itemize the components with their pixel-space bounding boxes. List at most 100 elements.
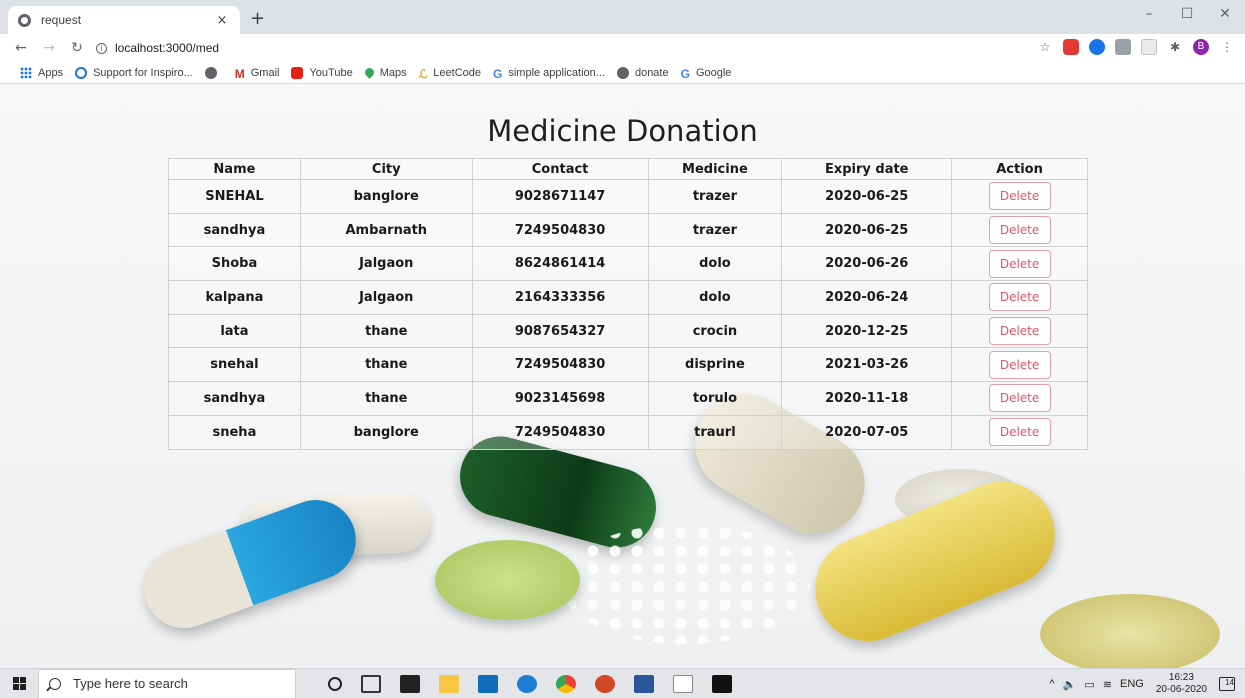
cell-action: Delete [951,414,1088,450]
system-tray: ^ 🔈 ▭ ≋ ENG 16:23 20-06-2020 14 [1050,669,1235,698]
donations-table: Name City Contact Medicine Expiry date A… [168,158,1088,450]
column-header: City [299,158,473,180]
cell-expiry: 2020-11-18 [781,381,953,416]
bookmark-gmail[interactable]: M Gmail [235,66,280,81]
table-header-row: Name City Contact Medicine Expiry date A… [168,158,1088,180]
delete-button[interactable]: Delete [988,350,1051,379]
table-row: sandhya Ambarnath 7249504830 trazer 2020-06-… [168,212,1088,248]
extensions-area: ☆ ✱ B ⋮ [1027,39,1235,55]
cell-name: SNEHAL [168,179,301,214]
start-button[interactable] [0,669,38,698]
delete-button[interactable]: Delete [988,182,1051,211]
bookmark-label: simple application... [508,66,605,79]
cell-name: snehal [168,347,301,383]
task-view-icon[interactable] [361,674,381,693]
address-bar[interactable]: i localhost:3000/med [96,37,996,59]
delete-button[interactable]: Delete [988,249,1051,278]
bookmark-donate[interactable]: donate [616,66,669,79]
edge-icon[interactable] [517,674,537,693]
youtube-icon [291,66,304,79]
maps-icon [362,66,376,79]
cell-city: Ambarnath [299,212,473,248]
language-indicator[interactable]: ENG [1120,678,1144,690]
cell-name: lata [168,313,301,349]
puzzle-icon[interactable]: ✱ [1167,39,1183,55]
forward-arrow-icon[interactable]: → [42,40,56,56]
notepad-icon[interactable] [673,674,693,693]
cell-expiry: 2020-06-26 [781,246,953,282]
tab-close-icon[interactable]: × [214,13,230,28]
cell-action: Delete [951,280,1088,315]
bookmark-label: Gmail [250,66,280,79]
table-row: Shoba Jalgaon 8624861414 dolo 2020-06-26 Dele… [168,246,1088,282]
circle-extension-icon[interactable] [1089,39,1105,55]
bookmark-leetcode[interactable]: ℒ LeetCode [418,66,481,81]
bookmark-youtube[interactable]: YouTube [291,66,353,79]
delete-button[interactable]: Delete [988,216,1051,245]
profile-avatar[interactable]: B [1193,39,1209,55]
store-icon[interactable] [400,674,420,693]
file-explorer-icon[interactable] [439,674,459,693]
globe-icon [204,66,217,79]
window-controls: – ☐ ✕ [1130,6,1244,22]
minimize-button[interactable]: – [1130,6,1168,22]
volume-icon[interactable]: 🔈 [1063,678,1077,691]
cell-contact: 7249504830 [471,414,649,450]
mail-icon[interactable] [478,674,498,693]
reload-icon[interactable]: ↻ [70,40,84,56]
taskbar-search[interactable]: Type here to search [38,668,296,698]
column-header: Contact [471,158,649,180]
shield-extension-icon[interactable] [1063,39,1079,55]
support-icon [75,66,88,79]
bookmark-simple-app[interactable]: Gsimple application... [493,66,605,81]
bookmark-globe[interactable] [204,66,223,79]
cell-medicine: torulo [647,381,783,416]
delete-button[interactable]: Delete [988,384,1051,413]
table-row: kalpana Jalgaon 2164333356 dolo 2020-06-24 De… [168,280,1088,315]
maximize-button[interactable]: ☐ [1168,6,1206,22]
delete-button[interactable]: Delete [988,317,1051,346]
leetcode-icon: ℒ [418,66,428,81]
bookmark-label: YouTube [309,66,353,79]
close-window-button[interactable]: ✕ [1206,6,1244,22]
cell-expiry: 2020-07-05 [781,414,953,450]
extension-icon[interactable] [1115,39,1131,55]
bookmark-maps[interactable]: Maps [362,66,407,79]
cortana-icon[interactable] [328,676,342,691]
extension-icon[interactable] [1141,39,1157,55]
bookmark-google[interactable]: G Google [681,67,732,81]
new-tab-button[interactable]: + [250,8,265,29]
word-icon[interactable] [634,674,654,693]
powerpoint-icon[interactable] [595,674,615,693]
cell-medicine: trazer [647,179,783,214]
bookmark-support[interactable]: Support for Inspiro... [75,66,193,79]
cell-contact: 7249504830 [471,347,649,383]
notification-icon[interactable]: 14 [1219,677,1235,691]
delete-button[interactable]: Delete [988,418,1051,447]
delete-button[interactable]: Delete [988,283,1051,312]
clock[interactable]: 16:23 20-06-2020 [1156,672,1207,696]
browser-toolbar: ← → ↻ i localhost:3000/med ☆ ✱ B ⋮ [0,34,1245,62]
cell-city: Jalgaon [299,280,473,315]
bookmark-label: Maps [379,66,407,79]
cell-contact: 2164333356 [471,280,649,315]
back-arrow-icon[interactable]: ← [14,40,28,56]
wifi-icon[interactable]: ≋ [1103,678,1112,691]
menu-dots-icon[interactable]: ⋮ [1219,39,1235,55]
tab-request[interactable]: request × [8,6,240,34]
bookmarks-bar: Apps Support for Inspiro... M Gmail YouTu… [0,62,1245,84]
bookmark-star-icon[interactable]: ☆ [1037,39,1053,55]
chrome-icon[interactable] [556,674,576,693]
url-text[interactable]: localhost:3000/med [115,41,219,55]
terminal-icon[interactable] [712,674,732,693]
taskbar: Type here to search ^ 🔈 ▭ ≋ ENG 16:23 20… [0,668,1245,698]
bookmark-apps[interactable]: Apps [20,66,63,79]
table-row: lata thane 9087654327 crocin 2020-12-25 Delet… [168,313,1088,349]
battery-icon[interactable]: ▭ [1084,678,1094,691]
chevron-up-icon[interactable]: ^ [1050,678,1055,690]
info-icon[interactable]: i [96,42,107,54]
cell-action: Delete [951,313,1088,349]
bookmark-label: donate [634,66,669,79]
page-title: Medicine Donation [487,114,758,148]
page-content: Medicine Donation Name City Contact Medi… [0,84,1245,668]
